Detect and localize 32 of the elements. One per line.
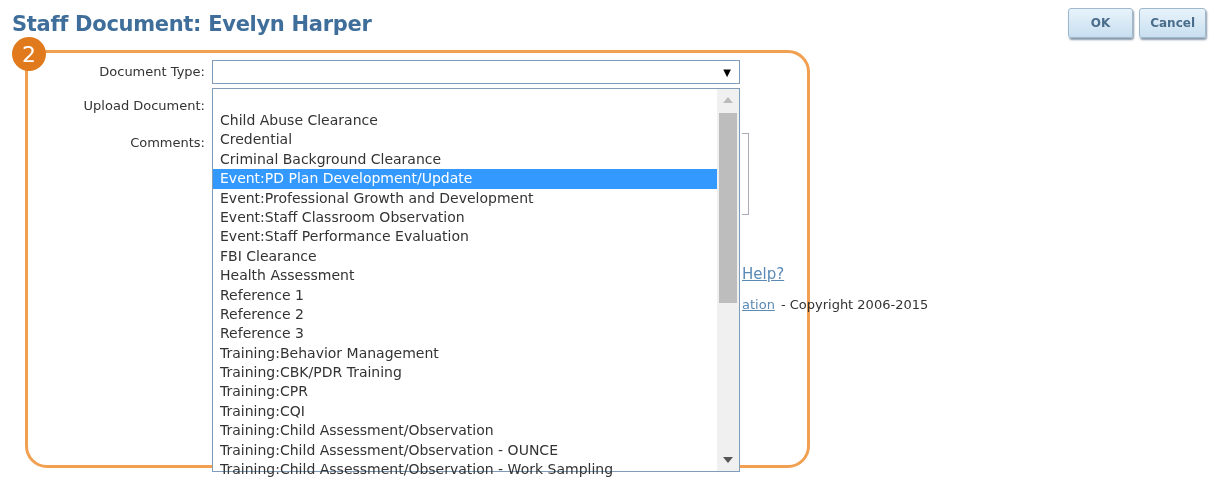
dropdown-option[interactable]: FBI Clearance — [213, 246, 717, 267]
field-label: Upload Document: — [82, 97, 205, 113]
dropdown-option[interactable]: Reference 1 — [213, 285, 717, 305]
dropdown-option[interactable]: Health Assessment — [213, 266, 717, 286]
dropdown-option[interactable]: Training:CPR — [213, 382, 717, 402]
dropdown-option[interactable]: Event:Professional Growth and Development — [213, 188, 717, 208]
dropdown-option[interactable]: Child Abuse Clearance — [213, 111, 717, 131]
ok-button[interactable]: OK — [1067, 8, 1134, 38]
field-label: Comments: — [129, 134, 205, 150]
dropdown-option[interactable]: Event:Staff Classroom Observation — [213, 207, 717, 228]
dropdown-option[interactable]: Training:Child Assessment/Observation - OUNCE — [213, 440, 717, 461]
dropdown-option[interactable]: Event:Staff Performance Evaluation — [213, 227, 717, 247]
dropdown-option[interactable]: Criminal Background Clearance — [213, 149, 717, 170]
footer-link[interactable]: ation — [742, 297, 775, 312]
page-title: Staff Document: Evelyn Harper — [12, 12, 372, 36]
cancel-button[interactable]: Cancel — [1139, 8, 1206, 38]
scroll-down-icon[interactable] — [723, 457, 733, 463]
dropdown-option[interactable]: Reference 2 — [213, 304, 717, 325]
dropdown-arrow: ▼ — [723, 66, 731, 78]
dropdown-option[interactable]: Training:CQI — [213, 401, 717, 422]
document-type-select[interactable]: ▼ — [212, 60, 740, 84]
dropdown-option[interactable]: Training:Behavior Management — [213, 343, 717, 364]
dropdown-option[interactable]: Credential — [213, 130, 717, 150]
scrollbar[interactable] — [717, 89, 739, 471]
scroll-up-icon[interactable] — [723, 97, 733, 103]
step-badge: 2 — [12, 37, 46, 71]
comments-field[interactable] — [742, 133, 749, 215]
field-label: Document Type: — [98, 63, 205, 79]
dropdown-option[interactable]: Training:Child Assessment/Observation — [213, 421, 717, 441]
dropdown-option[interactable]: Reference 3 — [213, 324, 717, 344]
help-link[interactable]: Help? — [742, 265, 785, 283]
dropdown-option[interactable]: Training:CBK/PDR Training — [213, 363, 717, 383]
